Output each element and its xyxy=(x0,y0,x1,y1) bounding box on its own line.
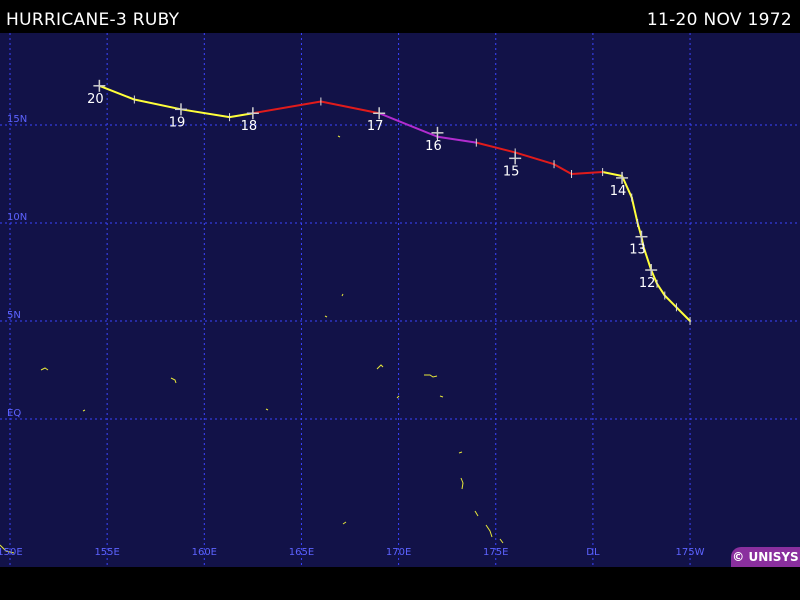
track-map: 20N15N10N5NEQ150E155E160E165E170E175EDL1… xyxy=(0,33,800,567)
lon-label: DL xyxy=(586,547,600,558)
footer-bar xyxy=(0,567,800,600)
day-label: 15 xyxy=(503,164,520,179)
lon-label: 150E xyxy=(0,547,23,558)
day-label: 12 xyxy=(639,276,656,291)
lon-label: 165E xyxy=(289,547,314,558)
lon-label: 175W xyxy=(676,547,705,558)
day-label: 17 xyxy=(367,119,384,134)
ocean-background xyxy=(0,33,800,567)
lat-label: EQ xyxy=(7,408,21,419)
lat-label: 5N xyxy=(7,310,21,321)
day-label: 18 xyxy=(241,119,258,134)
day-label: 13 xyxy=(629,243,646,258)
day-label: 20 xyxy=(87,92,104,107)
lat-label: 15N xyxy=(7,114,27,125)
day-label: 16 xyxy=(425,139,442,154)
lon-label: 170E xyxy=(386,547,411,558)
day-label: 14 xyxy=(610,184,627,199)
lon-label: 175E xyxy=(483,547,508,558)
storm-title: HURRICANE-3 RUBY xyxy=(6,10,180,30)
lat-label: 10N xyxy=(7,212,27,223)
lon-label: 155E xyxy=(94,547,119,558)
storm-dates: 11-20 NOV 1972 xyxy=(646,10,792,30)
header-bar: HURRICANE-3 RUBY 11-20 NOV 1972 xyxy=(0,0,800,33)
day-label: 19 xyxy=(169,115,186,130)
unisys-logo: © UNISYS xyxy=(731,547,800,567)
lon-label: 160E xyxy=(192,547,217,558)
